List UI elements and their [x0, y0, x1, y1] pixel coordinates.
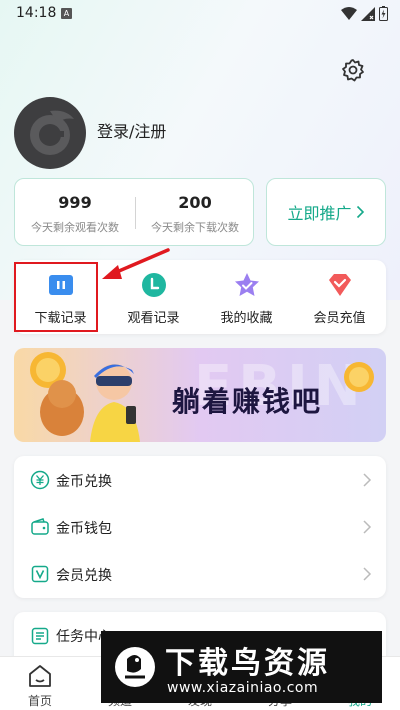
tab-label: 首页 — [27, 694, 52, 708]
quick-action-vip-recharge[interactable]: 会员充值 — [293, 260, 386, 334]
watermark-title: 下载鸟资源 — [165, 646, 330, 681]
chevron-right-icon — [363, 473, 372, 487]
status-time: 14:18 — [16, 5, 57, 21]
stat-label: 今天剩余观看次数 — [31, 221, 119, 234]
avatar[interactable] — [14, 97, 86, 169]
gear-icon — [342, 59, 364, 82]
chevron-right-icon — [363, 520, 372, 534]
task-list-icon — [31, 627, 49, 645]
login-register-link[interactable]: 登录/注册 — [97, 118, 166, 142]
menu-item-vip-exchange[interactable]: 会员兑换 — [14, 550, 386, 597]
watermark-url: www.xiazainiao.com — [167, 680, 319, 696]
menu-label: 金币钱包 — [56, 521, 112, 537]
menu-label: 会员兑换 — [56, 568, 112, 584]
notification-a-icon: A — [61, 8, 72, 19]
menu-card: 金币兑换 金币钱包 会员兑换 — [14, 456, 386, 598]
quick-action-label: 观看记录 — [127, 311, 180, 326]
stats-card: 999 今天剩余观看次数 200 今天剩余下载次数 — [14, 178, 254, 246]
status-bar: 14:18 A — [0, 0, 400, 28]
annotation-highlight-box — [14, 262, 98, 332]
coin-exchange-icon — [30, 470, 50, 490]
chevron-right-icon — [363, 567, 372, 581]
status-icons — [341, 6, 388, 21]
gold-coin-icon — [344, 362, 374, 392]
bird-logo-icon — [115, 647, 155, 687]
promote-now-button[interactable]: 立即推广 — [266, 178, 386, 246]
menu-item-coin-exchange[interactable]: 金币兑换 — [14, 456, 386, 503]
vip-recharge-icon — [329, 274, 351, 296]
home-icon — [29, 665, 51, 687]
quick-action-label: 会员充值 — [313, 311, 366, 326]
stat-value: 999 — [58, 193, 92, 212]
signal-icon — [361, 6, 375, 21]
annotation-arrow — [102, 248, 170, 279]
quick-action-label: 我的收藏 — [220, 311, 273, 326]
tab-home[interactable]: 首页 — [0, 657, 80, 710]
stat-download-remaining: 200 今天剩余下载次数 — [135, 179, 255, 247]
chevron-right-icon — [356, 205, 364, 219]
battery-icon — [379, 6, 388, 21]
wallet-icon — [31, 518, 49, 535]
stat-watch-remaining: 999 今天剩余观看次数 — [15, 179, 135, 247]
wifi-icon — [341, 6, 357, 20]
avatar-logo-icon — [30, 110, 74, 155]
menu-label: 金币兑换 — [56, 474, 112, 490]
banner-title: 躺着赚钱吧 — [172, 385, 323, 418]
banner-illustration — [30, 352, 140, 442]
stat-label: 今天剩余下载次数 — [151, 221, 239, 234]
menu-item-coin-wallet[interactable]: 金币钱包 — [14, 503, 386, 550]
promo-banner[interactable]: EBIN 躺着赚钱吧 — [14, 348, 386, 442]
favorites-icon — [235, 273, 259, 296]
promote-label: 立即推广 — [287, 204, 352, 223]
quick-action-favorites[interactable]: 我的收藏 — [200, 260, 293, 334]
settings-button[interactable] — [339, 56, 367, 84]
vip-exchange-icon — [31, 565, 49, 583]
stat-value: 200 — [178, 193, 212, 212]
watermark-overlay: 下载鸟资源 www.xiazainiao.com — [101, 631, 382, 703]
